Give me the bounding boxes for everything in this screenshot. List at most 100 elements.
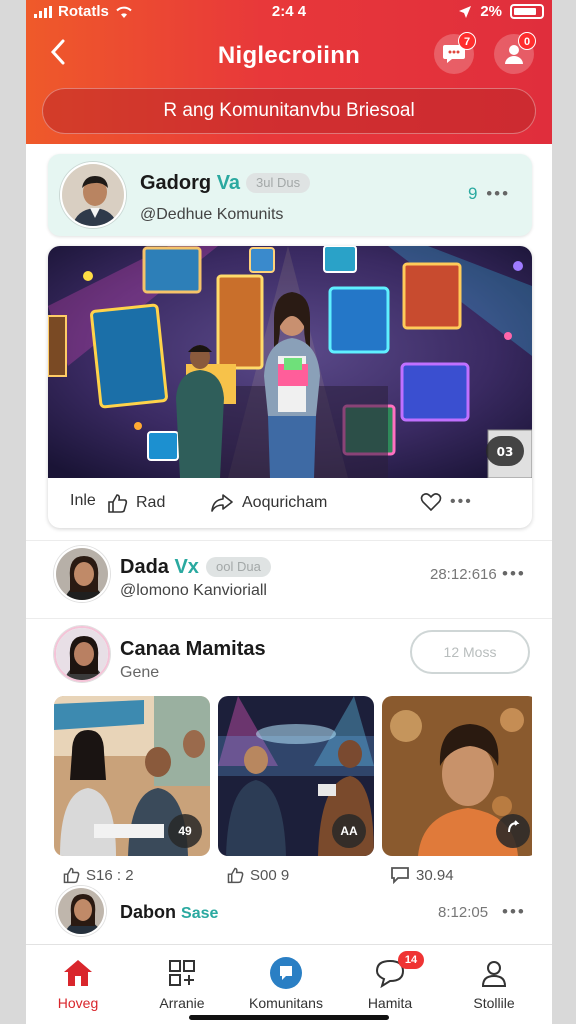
author-pill: 3ul Dus (246, 173, 311, 193)
post-timestamp: 8:12:05 (438, 904, 489, 921)
feed: Gadorg Va 3ul Dus @Dedhue Komunits 9 ••• (26, 144, 552, 944)
thumbnail-meta-text: S16 : 2 (86, 866, 134, 884)
avatar[interactable] (60, 162, 126, 228)
thumbnail-meta-text: S00 9 (250, 866, 290, 884)
post-subtitle: Gene (120, 664, 160, 681)
avatar-woman-image (58, 888, 104, 934)
author-handle: @lomono Kanvioriall (120, 582, 267, 599)
author-tag: Sase (181, 905, 219, 922)
thumbs-up-icon (227, 867, 244, 884)
more-icon: ••• (450, 493, 473, 510)
nav-label: Hoveg (57, 995, 99, 1011)
avatar[interactable] (54, 626, 110, 682)
battery-percent: 2% (480, 3, 502, 20)
avatar-woman-image (56, 548, 108, 600)
post-meta: 9 (468, 184, 480, 203)
more-icon[interactable]: ••• (502, 902, 526, 922)
divider (26, 618, 552, 619)
author-pill: ool Dua (206, 557, 271, 577)
action-first[interactable]: Inle (70, 492, 96, 510)
post-row[interactable]: Dada Vx ool Dua @lomono Kanvioriall 28:1… (26, 544, 552, 610)
curved-arrow-icon (508, 820, 520, 833)
chat-badge: 14 (398, 951, 424, 969)
author-tag: Va (216, 172, 241, 194)
profile-icon (481, 961, 507, 987)
post-image[interactable]: 03 (48, 246, 532, 479)
like-label: Rad (136, 494, 166, 511)
author-name: Dada (120, 556, 169, 578)
status-bar: Rotatls 2:4 ​4 2% (26, 0, 552, 26)
title-bar: Niglecroiinn 7 0 (26, 30, 552, 78)
nav-item-profile[interactable]: Stollile (442, 955, 546, 1017)
comment-icon (391, 867, 409, 884)
featured-post-header[interactable]: Gadorg Va 3ul Dus @Dedhue Komunits 9 ••• (48, 154, 532, 236)
nav-label: Hamita (367, 995, 413, 1011)
thumbnail-badge (496, 814, 530, 848)
thumbnail-meta[interactable]: 30.94 (390, 866, 454, 884)
post-author[interactable]: Dabon Sase (120, 902, 218, 923)
nav-item-community[interactable]: Komunitans (234, 955, 338, 1017)
heart-icon (420, 493, 442, 512)
share-action[interactable]: Aoquricham (210, 492, 327, 514)
post-author[interactable]: Dada Vx (120, 556, 199, 579)
profile-badge: 0 (518, 32, 536, 50)
author-tag: Vx (174, 556, 199, 578)
thumbnail-card[interactable] (382, 696, 538, 856)
nav-item-home[interactable]: Hoveg (26, 955, 130, 1017)
more-icon[interactable]: ••• (502, 564, 526, 584)
post-timestamp: 28:12:616 (430, 566, 497, 583)
share-icon (211, 494, 233, 512)
thumbnail-badge: 49 (168, 814, 202, 848)
messages-badge: 7 (458, 32, 476, 50)
thumbnail-card[interactable]: 49 (54, 696, 210, 856)
nav-label: Arranie (159, 995, 205, 1011)
action-first-label: Inle (70, 492, 96, 509)
search-text: R ang Komunitanvbu Briesoal (163, 100, 415, 121)
post-row[interactable]: Dabon Sase 8:12:05 ••• (26, 886, 552, 944)
nav-label: Komunitans (249, 995, 323, 1011)
post-row[interactable]: Canaa Mamitas Gene 12 Moss (26, 624, 552, 690)
nav-label: Stollile (473, 995, 515, 1011)
image-badge-text: 03 (497, 445, 514, 459)
profile-button[interactable]: 0 (494, 32, 536, 74)
divider (26, 540, 552, 541)
home-icon (64, 960, 92, 986)
thumbnail-card[interactable]: AA (218, 696, 374, 856)
favorite-action[interactable]: ••• (420, 492, 473, 512)
more-icon: ••• (486, 184, 511, 203)
app-header: Rotatls 2:4 ​4 2% Niglecroiinn 7 0 (26, 0, 552, 144)
avatar-woman-image (56, 628, 108, 680)
search-bar[interactable]: R ang Komunitanvbu Briesoal (42, 88, 536, 134)
grid-icon (169, 960, 195, 986)
follow-button[interactable]: 12 Moss (410, 630, 530, 674)
battery-icon (510, 4, 544, 19)
location-arrow-icon (459, 5, 472, 18)
bottom-navigation: Hoveg Arranie Komunitans 14 Hamita Stoll… (26, 944, 552, 1024)
author-name: Dabon (120, 902, 176, 922)
share-label: Aoquricham (242, 494, 328, 511)
thumbnail-meta[interactable]: S16 : 2 (62, 866, 134, 884)
nav-item-arrange[interactable]: Arranie (130, 955, 234, 1017)
like-action[interactable]: Rad (106, 492, 165, 514)
post-author[interactable]: Gadorg Va (140, 172, 240, 195)
phone-screen: Rotatls 2:4 ​4 2% Niglecroiinn 7 0 (26, 0, 552, 1024)
home-indicator (189, 1015, 389, 1020)
gallery-scene-image: 03 (48, 246, 532, 479)
author-name: Gadorg (140, 172, 212, 194)
post-action-row: Inle Rad Aoquricham ••• (48, 478, 532, 528)
community-icon (270, 957, 302, 989)
avatar[interactable] (54, 546, 110, 602)
thumbs-up-icon (108, 494, 128, 513)
thumbs-up-icon (63, 867, 80, 884)
avatar-man-image (62, 164, 124, 226)
status-right: 2% (458, 3, 544, 20)
messages-button[interactable]: 7 (434, 32, 476, 74)
nav-item-chat[interactable]: 14 Hamita (338, 951, 442, 1017)
thumbnail-meta[interactable]: S00 9 (226, 866, 289, 884)
post-author[interactable]: Canaa Mamitas (120, 638, 266, 661)
featured-post-card: 03 Inle Rad Aoquricham ••• (48, 246, 532, 528)
thumbnail-meta-text: 30.94 (416, 866, 454, 884)
thumbnail-badge: AA (332, 814, 366, 848)
avatar[interactable] (56, 886, 106, 936)
post-options[interactable]: 9 ••• (468, 184, 510, 204)
